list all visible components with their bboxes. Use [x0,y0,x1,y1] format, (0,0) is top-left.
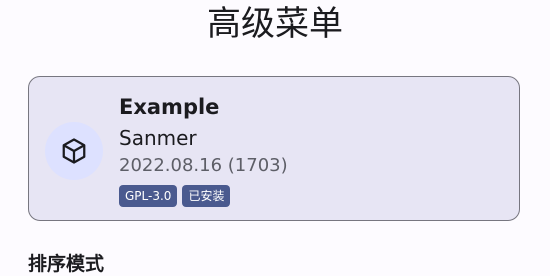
page-title: 高级菜单 [207,4,343,44]
license-badge: GPL-3.0 [119,185,178,207]
module-name: Example [119,95,220,119]
sort-mode-label: 排序模式 [28,253,105,275]
cube-icon [62,138,86,164]
module-info: Example Sanmer 2022.08.16 (1703) GPL-3.0… [119,93,288,207]
module-version: 2022.08.16 (1703) [119,155,288,176]
module-card[interactable]: Example Sanmer 2022.08.16 (1703) GPL-3.0… [28,76,520,221]
module-author: Sanmer [119,126,197,150]
module-avatar [45,122,103,180]
module-badges: GPL-3.0 已安装 [119,185,288,207]
installed-badge: 已安装 [182,185,231,207]
